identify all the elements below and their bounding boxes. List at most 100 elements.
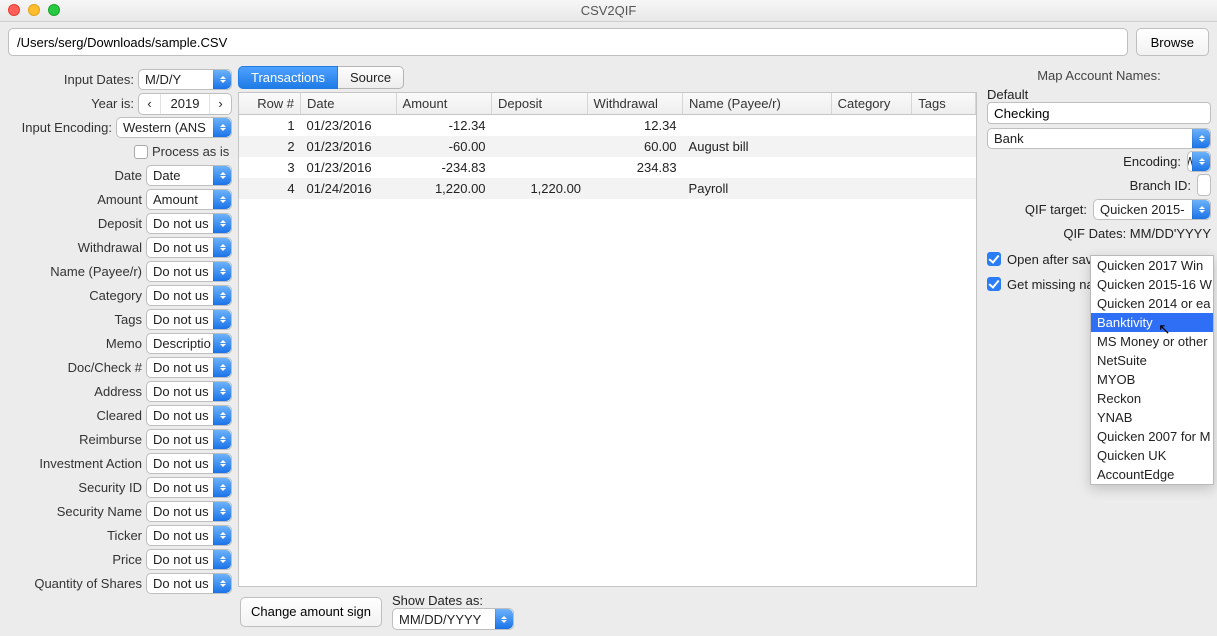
input-dates-select[interactable]: M/D/Y bbox=[138, 69, 232, 90]
minimize-window-icon[interactable] bbox=[28, 4, 40, 16]
year-stepper[interactable]: ‹ 2019 › bbox=[138, 93, 232, 115]
qif-target-label: QIF target: bbox=[1025, 202, 1087, 217]
branch-id-label: Branch ID: bbox=[1130, 178, 1191, 193]
dropdown-option[interactable]: Quicken 2014 or ea bbox=[1091, 294, 1213, 313]
change-amount-sign-button[interactable]: Change amount sign bbox=[240, 597, 382, 627]
chevron-updown-icon bbox=[213, 502, 231, 521]
qif-target-select[interactable]: Quicken 2015- bbox=[1093, 199, 1211, 220]
tab-source[interactable]: Source bbox=[338, 66, 404, 89]
dropdown-option[interactable]: Quicken 2007 for M bbox=[1091, 427, 1213, 446]
col-header[interactable]: Row # bbox=[239, 93, 301, 115]
mapping-select-security-name[interactable]: Do not us bbox=[146, 501, 232, 522]
mapping-select-memo[interactable]: Descriptio bbox=[146, 333, 232, 354]
close-window-icon[interactable] bbox=[8, 4, 20, 16]
chevron-updown-icon bbox=[1192, 129, 1210, 148]
mapping-select-cleared[interactable]: Do not us bbox=[146, 405, 232, 426]
dropdown-option[interactable]: MYOB bbox=[1091, 370, 1213, 389]
table-row[interactable]: 101/23/2016-12.3412.34 bbox=[239, 115, 976, 137]
chevron-updown-icon bbox=[213, 262, 231, 281]
dropdown-option[interactable]: Banktivity bbox=[1091, 313, 1213, 332]
dropdown-option[interactable]: Reckon bbox=[1091, 389, 1213, 408]
missing-name-checkbox[interactable] bbox=[987, 277, 1001, 291]
mapping-select-doc-check-[interactable]: Do not us bbox=[146, 357, 232, 378]
open-after-save-label: Open after save bbox=[1007, 252, 1100, 267]
mapping-select-address[interactable]: Do not us bbox=[146, 381, 232, 402]
chevron-updown-icon bbox=[213, 190, 231, 209]
mapping-select-ticker[interactable]: Do not us bbox=[146, 525, 232, 546]
dropdown-option[interactable]: Quicken 2017 Win bbox=[1091, 256, 1213, 275]
qif-target-dropdown[interactable]: Quicken 2017 WinQuicken 2015-16 WQuicken… bbox=[1090, 255, 1214, 485]
window-title: CSV2QIF bbox=[581, 3, 637, 18]
mapping-select-deposit[interactable]: Do not us bbox=[146, 213, 232, 234]
chevron-updown-icon bbox=[213, 358, 231, 377]
mapping-label: Cleared bbox=[96, 408, 142, 423]
zoom-window-icon[interactable] bbox=[48, 4, 60, 16]
chevron-updown-icon bbox=[1192, 152, 1210, 171]
col-header[interactable]: Category bbox=[831, 93, 912, 115]
tabs: Transactions Source bbox=[238, 66, 977, 89]
tab-transactions[interactable]: Transactions bbox=[238, 66, 338, 89]
mapping-select-security-id[interactable]: Do not us bbox=[146, 477, 232, 498]
dropdown-option[interactable]: Quicken UK bbox=[1091, 446, 1213, 465]
col-header[interactable]: Amount bbox=[396, 93, 492, 115]
year-decrement[interactable]: ‹ bbox=[139, 94, 161, 114]
col-header[interactable]: Deposit bbox=[492, 93, 588, 115]
mapping-select-category[interactable]: Do not us bbox=[146, 285, 232, 306]
show-dates-select[interactable]: MM/DD/YYYY bbox=[392, 608, 514, 630]
mapping-label: Address bbox=[94, 384, 142, 399]
mapping-label: Name (Payee/r) bbox=[50, 264, 142, 279]
mapping-label: Ticker bbox=[107, 528, 142, 543]
col-header[interactable]: Date bbox=[301, 93, 397, 115]
dropdown-option[interactable]: YNAB bbox=[1091, 408, 1213, 427]
table-row[interactable]: 301/23/2016-234.83234.83 bbox=[239, 157, 976, 178]
show-dates-label: Show Dates as: bbox=[392, 593, 514, 608]
account-name-input[interactable] bbox=[987, 102, 1211, 124]
mapping-label: Amount bbox=[97, 192, 142, 207]
browse-button[interactable]: Browse bbox=[1136, 28, 1209, 56]
branch-id-input[interactable] bbox=[1197, 174, 1211, 196]
year-value: 2019 bbox=[161, 96, 209, 111]
mapping-label: Deposit bbox=[98, 216, 142, 231]
mapping-select-investment-action[interactable]: Do not us bbox=[146, 453, 232, 474]
dropdown-option[interactable]: MS Money or other bbox=[1091, 332, 1213, 351]
encoding-select[interactable]: W bbox=[1187, 151, 1211, 172]
chevron-updown-icon bbox=[213, 430, 231, 449]
mapping-label: Security ID bbox=[78, 480, 142, 495]
col-header[interactable]: Tags bbox=[912, 93, 976, 115]
file-path-input[interactable] bbox=[8, 28, 1128, 56]
mapping-select-quantity-of-shares[interactable]: Do not us bbox=[146, 573, 232, 594]
open-after-save-checkbox[interactable] bbox=[987, 252, 1001, 266]
process-asis-label: Process as is bbox=[152, 144, 232, 159]
col-header[interactable]: Withdrawal bbox=[587, 93, 683, 115]
default-label: Default bbox=[987, 87, 1211, 102]
dropdown-option[interactable]: NetSuite bbox=[1091, 351, 1213, 370]
mapping-select-date[interactable]: Date bbox=[146, 165, 232, 186]
year-increment[interactable]: › bbox=[209, 94, 231, 114]
process-asis-checkbox[interactable] bbox=[134, 145, 148, 159]
mapping-select-name-payee-r-[interactable]: Do not us bbox=[146, 261, 232, 282]
year-label: Year is: bbox=[91, 96, 134, 111]
chevron-updown-icon bbox=[213, 406, 231, 425]
chevron-updown-icon bbox=[1192, 200, 1210, 219]
mapping-label: Price bbox=[112, 552, 142, 567]
input-encoding-select[interactable]: Western (ANS bbox=[116, 117, 232, 138]
mapping-select-reimburse[interactable]: Do not us bbox=[146, 429, 232, 450]
chevron-updown-icon bbox=[495, 609, 513, 629]
mapping-select-amount[interactable]: Amount bbox=[146, 189, 232, 210]
account-type-select[interactable]: Bank bbox=[987, 128, 1211, 149]
table-row[interactable]: 401/24/20161,220.001,220.00Payroll bbox=[239, 178, 976, 199]
chevron-updown-icon bbox=[213, 526, 231, 545]
dropdown-option[interactable]: AccountEdge bbox=[1091, 465, 1213, 484]
dropdown-option[interactable]: Quicken 2015-16 W bbox=[1091, 275, 1213, 294]
chevron-updown-icon bbox=[213, 454, 231, 473]
col-header[interactable]: Name (Payee/r) bbox=[683, 93, 832, 115]
mapping-select-withdrawal[interactable]: Do not us bbox=[146, 237, 232, 258]
mapping-label: Memo bbox=[106, 336, 142, 351]
chevron-updown-icon bbox=[213, 166, 231, 185]
mapping-select-tags[interactable]: Do not us bbox=[146, 309, 232, 330]
transactions-table: Row #DateAmountDepositWithdrawalName (Pa… bbox=[238, 92, 977, 587]
mapping-select-price[interactable]: Do not us bbox=[146, 549, 232, 570]
table-row[interactable]: 201/23/2016-60.0060.00August bill bbox=[239, 136, 976, 157]
mapping-label: Date bbox=[115, 168, 142, 183]
qif-dates-text: QIF Dates: MM/DD'YYYY bbox=[1063, 226, 1211, 241]
